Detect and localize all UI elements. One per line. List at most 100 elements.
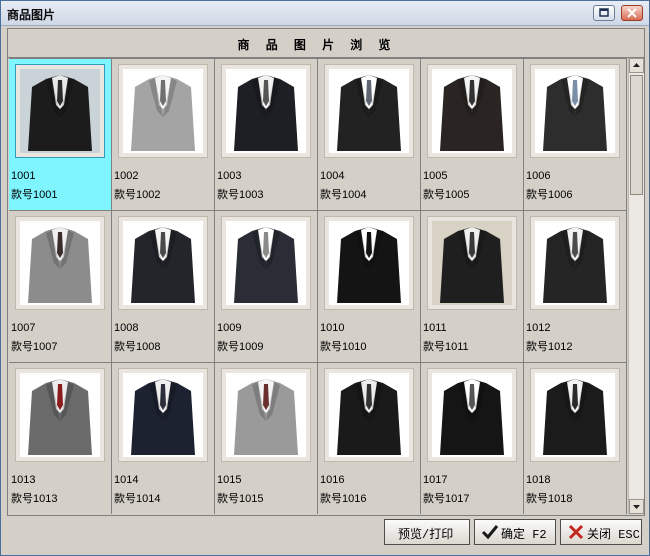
arrow-up-icon (633, 63, 640, 67)
scroll-thumb[interactable] (630, 75, 643, 195)
product-code: 1015 (217, 474, 242, 486)
product-photo-frame (15, 64, 105, 158)
product-cell[interactable]: 1016 款号1016 (318, 363, 420, 514)
product-photo-frame (118, 64, 208, 158)
scroll-down-button[interactable] (629, 499, 644, 514)
product-cell[interactable]: 1007 款号1007 (9, 211, 111, 362)
close-icon (627, 8, 637, 18)
suit-photo (123, 221, 203, 305)
restore-button[interactable] (593, 5, 615, 21)
suit-photo (432, 221, 512, 305)
product-style-number: 款号1004 (320, 189, 367, 201)
checkmark-icon (481, 525, 499, 540)
product-cell[interactable]: 1004 款号1004 (318, 59, 420, 210)
product-code: 1003 (217, 170, 242, 182)
product-cell[interactable]: 1013 款号1013 (9, 363, 111, 514)
product-cell[interactable]: 1001 款号1001 (9, 59, 111, 210)
close-x-icon (568, 524, 584, 540)
product-photo-frame (427, 216, 517, 310)
product-code: 1002 (114, 170, 139, 182)
suit-photo (535, 69, 615, 153)
product-cell[interactable]: 1005 款号1005 (421, 59, 523, 210)
button-bar: 预览/打印 确定 F2 关闭 ESC (7, 515, 643, 551)
product-code: 1009 (217, 322, 242, 334)
product-code: 1011 (423, 322, 447, 334)
product-photo-frame (221, 64, 311, 158)
product-style-number: 款号1018 (526, 493, 573, 505)
product-style-number: 款号1013 (11, 493, 58, 505)
product-cell[interactable]: 1008 款号1008 (112, 211, 214, 362)
product-cell[interactable]: 1017 款号1017 (421, 363, 523, 514)
restore-icon (599, 8, 609, 17)
suit-photo (226, 69, 306, 153)
product-code: 1016 (320, 474, 345, 486)
product-photo-frame (530, 216, 620, 310)
product-style-number: 款号1011 (423, 341, 469, 353)
arrow-down-icon (633, 505, 640, 509)
close-button[interactable]: 关闭 ESC (560, 519, 642, 545)
product-cell[interactable]: 1015 款号1015 (215, 363, 317, 514)
product-cell[interactable]: 1009 款号1009 (215, 211, 317, 362)
product-style-number: 款号1015 (217, 493, 264, 505)
product-code: 1008 (114, 322, 139, 334)
product-code: 1001 (11, 170, 36, 182)
product-photo-frame (530, 64, 620, 158)
product-photo-frame (118, 216, 208, 310)
product-code: 1013 (11, 474, 36, 486)
product-cell[interactable]: 1011 款号1011 (421, 211, 523, 362)
browser-panel: 商 品 图 片 浏 览 1001 款号1001 1002 款号1002 1003 款号10… (7, 28, 645, 516)
product-cell[interactable]: 1006 款号1006 (524, 59, 626, 210)
product-style-number: 款号1003 (217, 189, 264, 201)
suit-photo (535, 373, 615, 457)
confirm-button[interactable]: 确定 F2 (474, 519, 556, 545)
product-code: 1012 (526, 322, 551, 334)
suit-photo (20, 221, 100, 305)
product-cell[interactable]: 1003 款号1003 (215, 59, 317, 210)
product-cell[interactable]: 1012 款号1012 (524, 211, 626, 362)
product-style-number: 款号1005 (423, 189, 470, 201)
product-style-number: 款号1009 (217, 341, 264, 353)
product-code: 1005 (423, 170, 448, 182)
product-style-number: 款号1012 (526, 341, 573, 353)
product-style-number: 款号1016 (320, 493, 367, 505)
product-image-window: 商品图片 商 品 图 片 浏 览 1001 款号1001 1002 款号1002 100… (0, 0, 650, 556)
vertical-scrollbar[interactable] (628, 58, 644, 514)
product-cell[interactable]: 1014 款号1014 (112, 363, 214, 514)
title-bar: 商品图片 (1, 1, 649, 26)
product-style-number: 款号1002 (114, 189, 161, 201)
suit-photo (123, 373, 203, 457)
product-code: 1010 (320, 322, 345, 334)
window-title: 商品图片 (7, 8, 56, 22)
suit-photo (20, 69, 100, 153)
product-cell[interactable]: 1010 款号1010 (318, 211, 420, 362)
suit-photo (432, 373, 512, 457)
product-photo-frame (324, 368, 414, 462)
product-code: 1014 (114, 474, 139, 486)
close-window-button[interactable] (621, 5, 643, 21)
product-code: 1006 (526, 170, 551, 182)
product-photo-frame (118, 368, 208, 462)
product-code: 1017 (423, 474, 448, 486)
product-photo-frame (324, 216, 414, 310)
product-grid: 1001 款号1001 1002 款号1002 1003 款号1003 1004 款号1004… (9, 58, 627, 514)
product-photo-frame (15, 368, 105, 462)
product-photo-frame (15, 216, 105, 310)
suit-photo (329, 69, 409, 153)
suit-photo (432, 69, 512, 153)
product-photo-frame (221, 368, 311, 462)
preview-print-button[interactable]: 预览/打印 (384, 519, 470, 545)
product-photo-frame (530, 368, 620, 462)
product-code: 1004 (320, 170, 345, 182)
suit-photo (226, 373, 306, 457)
product-style-number: 款号1007 (11, 341, 58, 353)
suit-photo (329, 221, 409, 305)
product-cell[interactable]: 1002 款号1002 (112, 59, 214, 210)
suit-photo (329, 373, 409, 457)
product-cell[interactable]: 1018 款号1018 (524, 363, 626, 514)
preview-print-label: 预览/打印 (398, 528, 454, 542)
product-photo-frame (427, 64, 517, 158)
scroll-up-button[interactable] (629, 58, 644, 73)
product-code: 1007 (11, 322, 36, 334)
product-style-number: 款号1017 (423, 493, 470, 505)
panel-title: 商 品 图 片 浏 览 (237, 38, 397, 52)
